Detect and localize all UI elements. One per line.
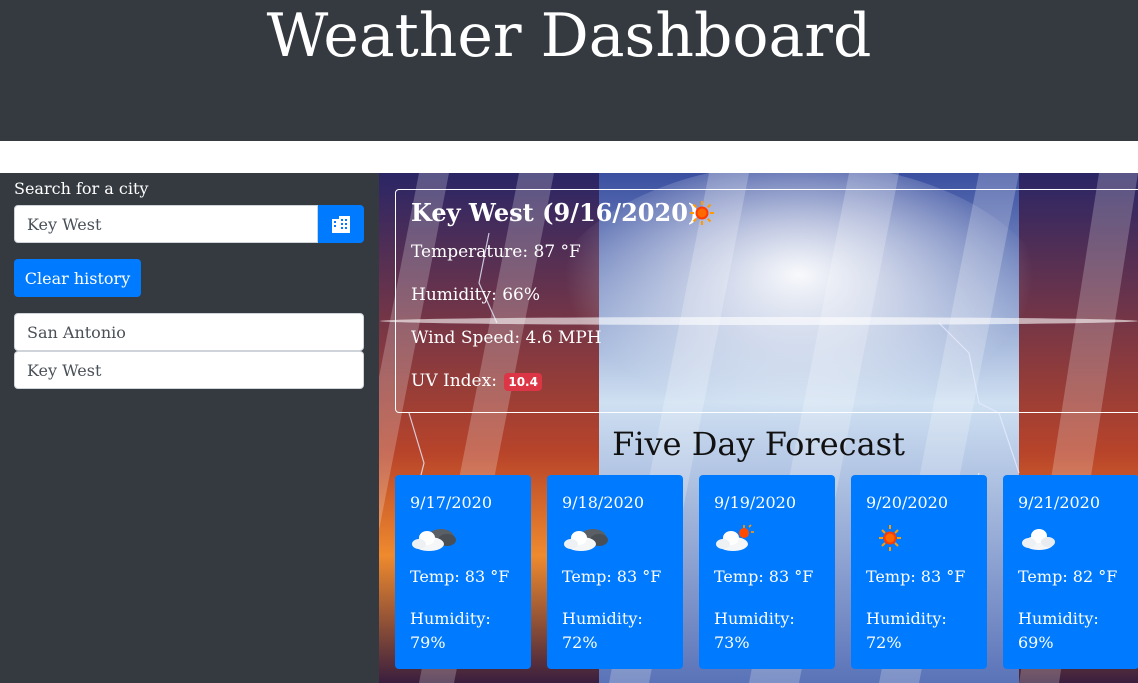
forecast-temp: Temp: 83 °F: [866, 567, 966, 586]
search-input[interactable]: [14, 205, 318, 243]
sun-icon: [690, 201, 714, 225]
uv-index-badge: 10.4: [504, 372, 542, 391]
history-item[interactable]: Key West: [14, 351, 364, 389]
search-button[interactable]: [318, 205, 364, 243]
forecast-card: 9/19/2020 Temp: 83 °F Humidity: 73%: [699, 475, 835, 669]
cloud-icon: [1022, 529, 1055, 550]
sidebar: Search for a city Clear history San Anto…: [0, 173, 379, 683]
forecast-date: 9/19/2020: [714, 493, 797, 512]
forecast-humidity-value: 73%: [714, 633, 750, 652]
forecast-temp: Temp: 83 °F: [410, 567, 510, 586]
forecast-humidity-value: 69%: [1018, 633, 1054, 652]
cloudy-icon: [564, 529, 608, 551]
search-label: Search for a city: [14, 179, 149, 198]
forecast-card: 9/18/2020 Temp: 83 °F Humidity: 72%: [547, 475, 683, 669]
forecast-heading: Five Day Forecast: [379, 425, 1138, 463]
search-history-list: San Antonio Key West: [14, 313, 364, 389]
forecast-humidity-label: Humidity:: [714, 609, 795, 628]
forecast-humidity-label: Humidity:: [410, 609, 491, 628]
forecast-date: 9/17/2020: [410, 493, 493, 512]
forecast-temp: Temp: 83 °F: [714, 567, 814, 586]
current-temperature: Temperature: 87 °F: [411, 242, 581, 262]
forecast-humidity-label: Humidity:: [1018, 609, 1099, 628]
uv-index-label: UV Index:: [411, 371, 497, 391]
forecast-humidity-value: 72%: [562, 633, 598, 652]
city-date-heading: Key West (9/16/2020): [411, 198, 700, 227]
forecast-date: 9/21/2020: [1018, 493, 1101, 512]
forecast-card: 9/20/2020 Temp: 83 °F Humidity: 72%: [851, 475, 987, 669]
header-divider: [0, 141, 1138, 173]
forecast-humidity: Humidity: 73%: [714, 607, 824, 655]
sun-icon: [879, 525, 901, 551]
current-uv-index: UV Index: 10.4: [411, 371, 542, 391]
forecast-humidity: Humidity: 69%: [1018, 607, 1128, 655]
main-panel: Key West (9/16/2020) Temperature: 87 °F …: [379, 173, 1138, 683]
cloudy-icon: [412, 529, 456, 551]
clear-history-button[interactable]: Clear history: [14, 259, 141, 297]
history-item[interactable]: San Antonio: [14, 313, 364, 351]
forecast-humidity-label: Humidity:: [866, 609, 947, 628]
current-wind-speed: Wind Speed: 4.6 MPH: [411, 328, 602, 348]
forecast-temp: Temp: 82 °F: [1018, 567, 1118, 586]
city-icon: [332, 216, 350, 233]
forecast-humidity: Humidity: 72%: [562, 607, 672, 655]
partly-sunny-icon: [716, 524, 754, 551]
current-weather-card: Key West (9/16/2020) Temperature: 87 °F …: [395, 189, 1138, 413]
forecast-humidity: Humidity: 72%: [866, 607, 976, 655]
forecast-heading-text: Five Day Forecast: [612, 425, 905, 463]
forecast-humidity-label: Humidity:: [562, 609, 643, 628]
page-title: Weather Dashboard: [266, 1, 872, 71]
forecast-humidity-value: 72%: [866, 633, 902, 652]
forecast-temp: Temp: 83 °F: [562, 567, 662, 586]
forecast-card: 9/17/2020 Temp: 83 °F Humidity: 79%: [395, 475, 531, 669]
forecast-humidity-value: 79%: [410, 633, 446, 652]
forecast-card: 9/21/2020 Temp: 82 °F Humidity: 69%: [1003, 475, 1138, 669]
forecast-date: 9/20/2020: [866, 493, 949, 512]
page-header: Weather Dashboard: [0, 0, 1138, 141]
forecast-humidity: Humidity: 79%: [410, 607, 520, 655]
forecast-date: 9/18/2020: [562, 493, 645, 512]
current-humidity: Humidity: 66%: [411, 285, 541, 305]
